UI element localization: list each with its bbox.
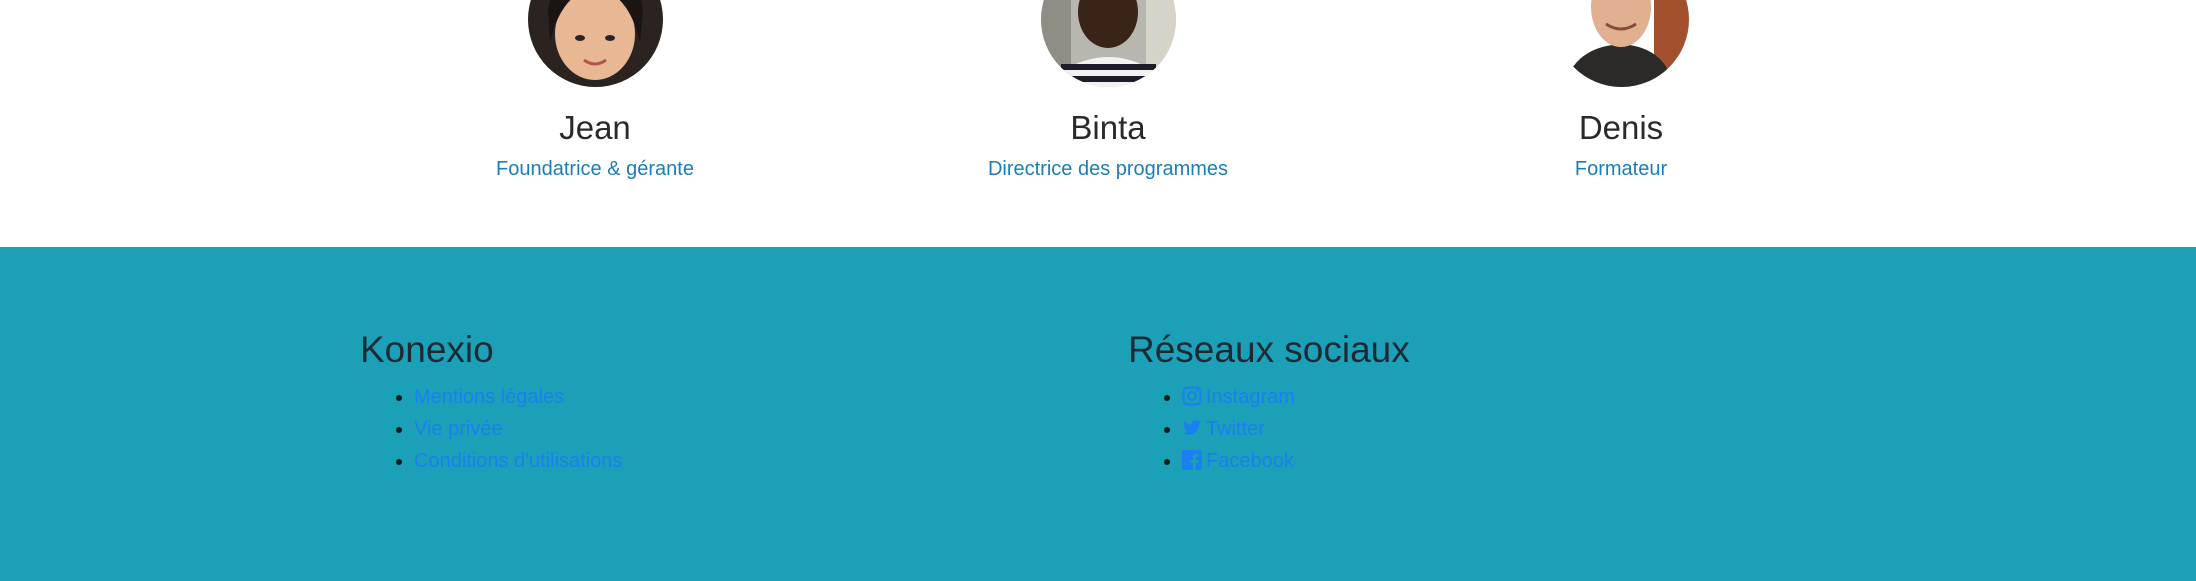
facebook-icon xyxy=(1182,450,1202,470)
instagram-icon xyxy=(1182,386,1202,406)
twitter-label: Twitter xyxy=(1206,418,1265,440)
avatar xyxy=(1041,0,1176,87)
twitter-link[interactable]: Twitter xyxy=(1182,418,1265,440)
instagram-label: Instagram xyxy=(1206,386,1295,408)
list-item: Twitter xyxy=(1182,413,1410,445)
facebook-label: Facebook xyxy=(1206,450,1294,472)
terms-link[interactable]: Conditions d'utilisations xyxy=(414,450,622,472)
member-name: Binta xyxy=(1070,109,1146,146)
footer-heading: Réseaux sociaux xyxy=(1128,329,1410,370)
legal-notice-link[interactable]: Mentions légales xyxy=(414,386,564,408)
list-item: Facebook xyxy=(1182,445,1410,477)
instagram-link[interactable]: Instagram xyxy=(1182,386,1295,408)
footer-column-konexio: Konexio Mentions légales Vie privée Cond… xyxy=(360,327,622,477)
member-name: Denis xyxy=(1578,109,1664,146)
footer-heading: Konexio xyxy=(360,329,494,370)
member-role: Directrice des programmes xyxy=(987,158,1229,180)
facebook-link[interactable]: Facebook xyxy=(1182,450,1294,472)
list-item: Instagram xyxy=(1182,381,1410,413)
avatar xyxy=(528,0,663,87)
list-item: Vie privée xyxy=(414,413,622,445)
list-item: Mentions légales xyxy=(414,381,622,413)
team-section: Jean Foundatrice & gérante Binta Directr… xyxy=(0,0,2196,247)
twitter-icon xyxy=(1182,419,1202,435)
privacy-link[interactable]: Vie privée xyxy=(414,418,503,440)
footer: Konexio Mentions légales Vie privée Cond… xyxy=(0,247,2196,581)
member-name: Jean xyxy=(559,109,631,146)
footer-links: Mentions légales Vie privée Conditions d… xyxy=(360,381,622,477)
social-links: Instagram Twitter Facebook xyxy=(1128,381,1410,477)
avatar xyxy=(1554,0,1689,87)
member-role: Foundatrice & gérante xyxy=(496,158,694,180)
member-role: Formateur xyxy=(1574,158,1668,180)
footer-column-social: Réseaux sociaux Instagram Twitter xyxy=(1128,327,1410,477)
list-item: Conditions d'utilisations xyxy=(414,445,622,477)
